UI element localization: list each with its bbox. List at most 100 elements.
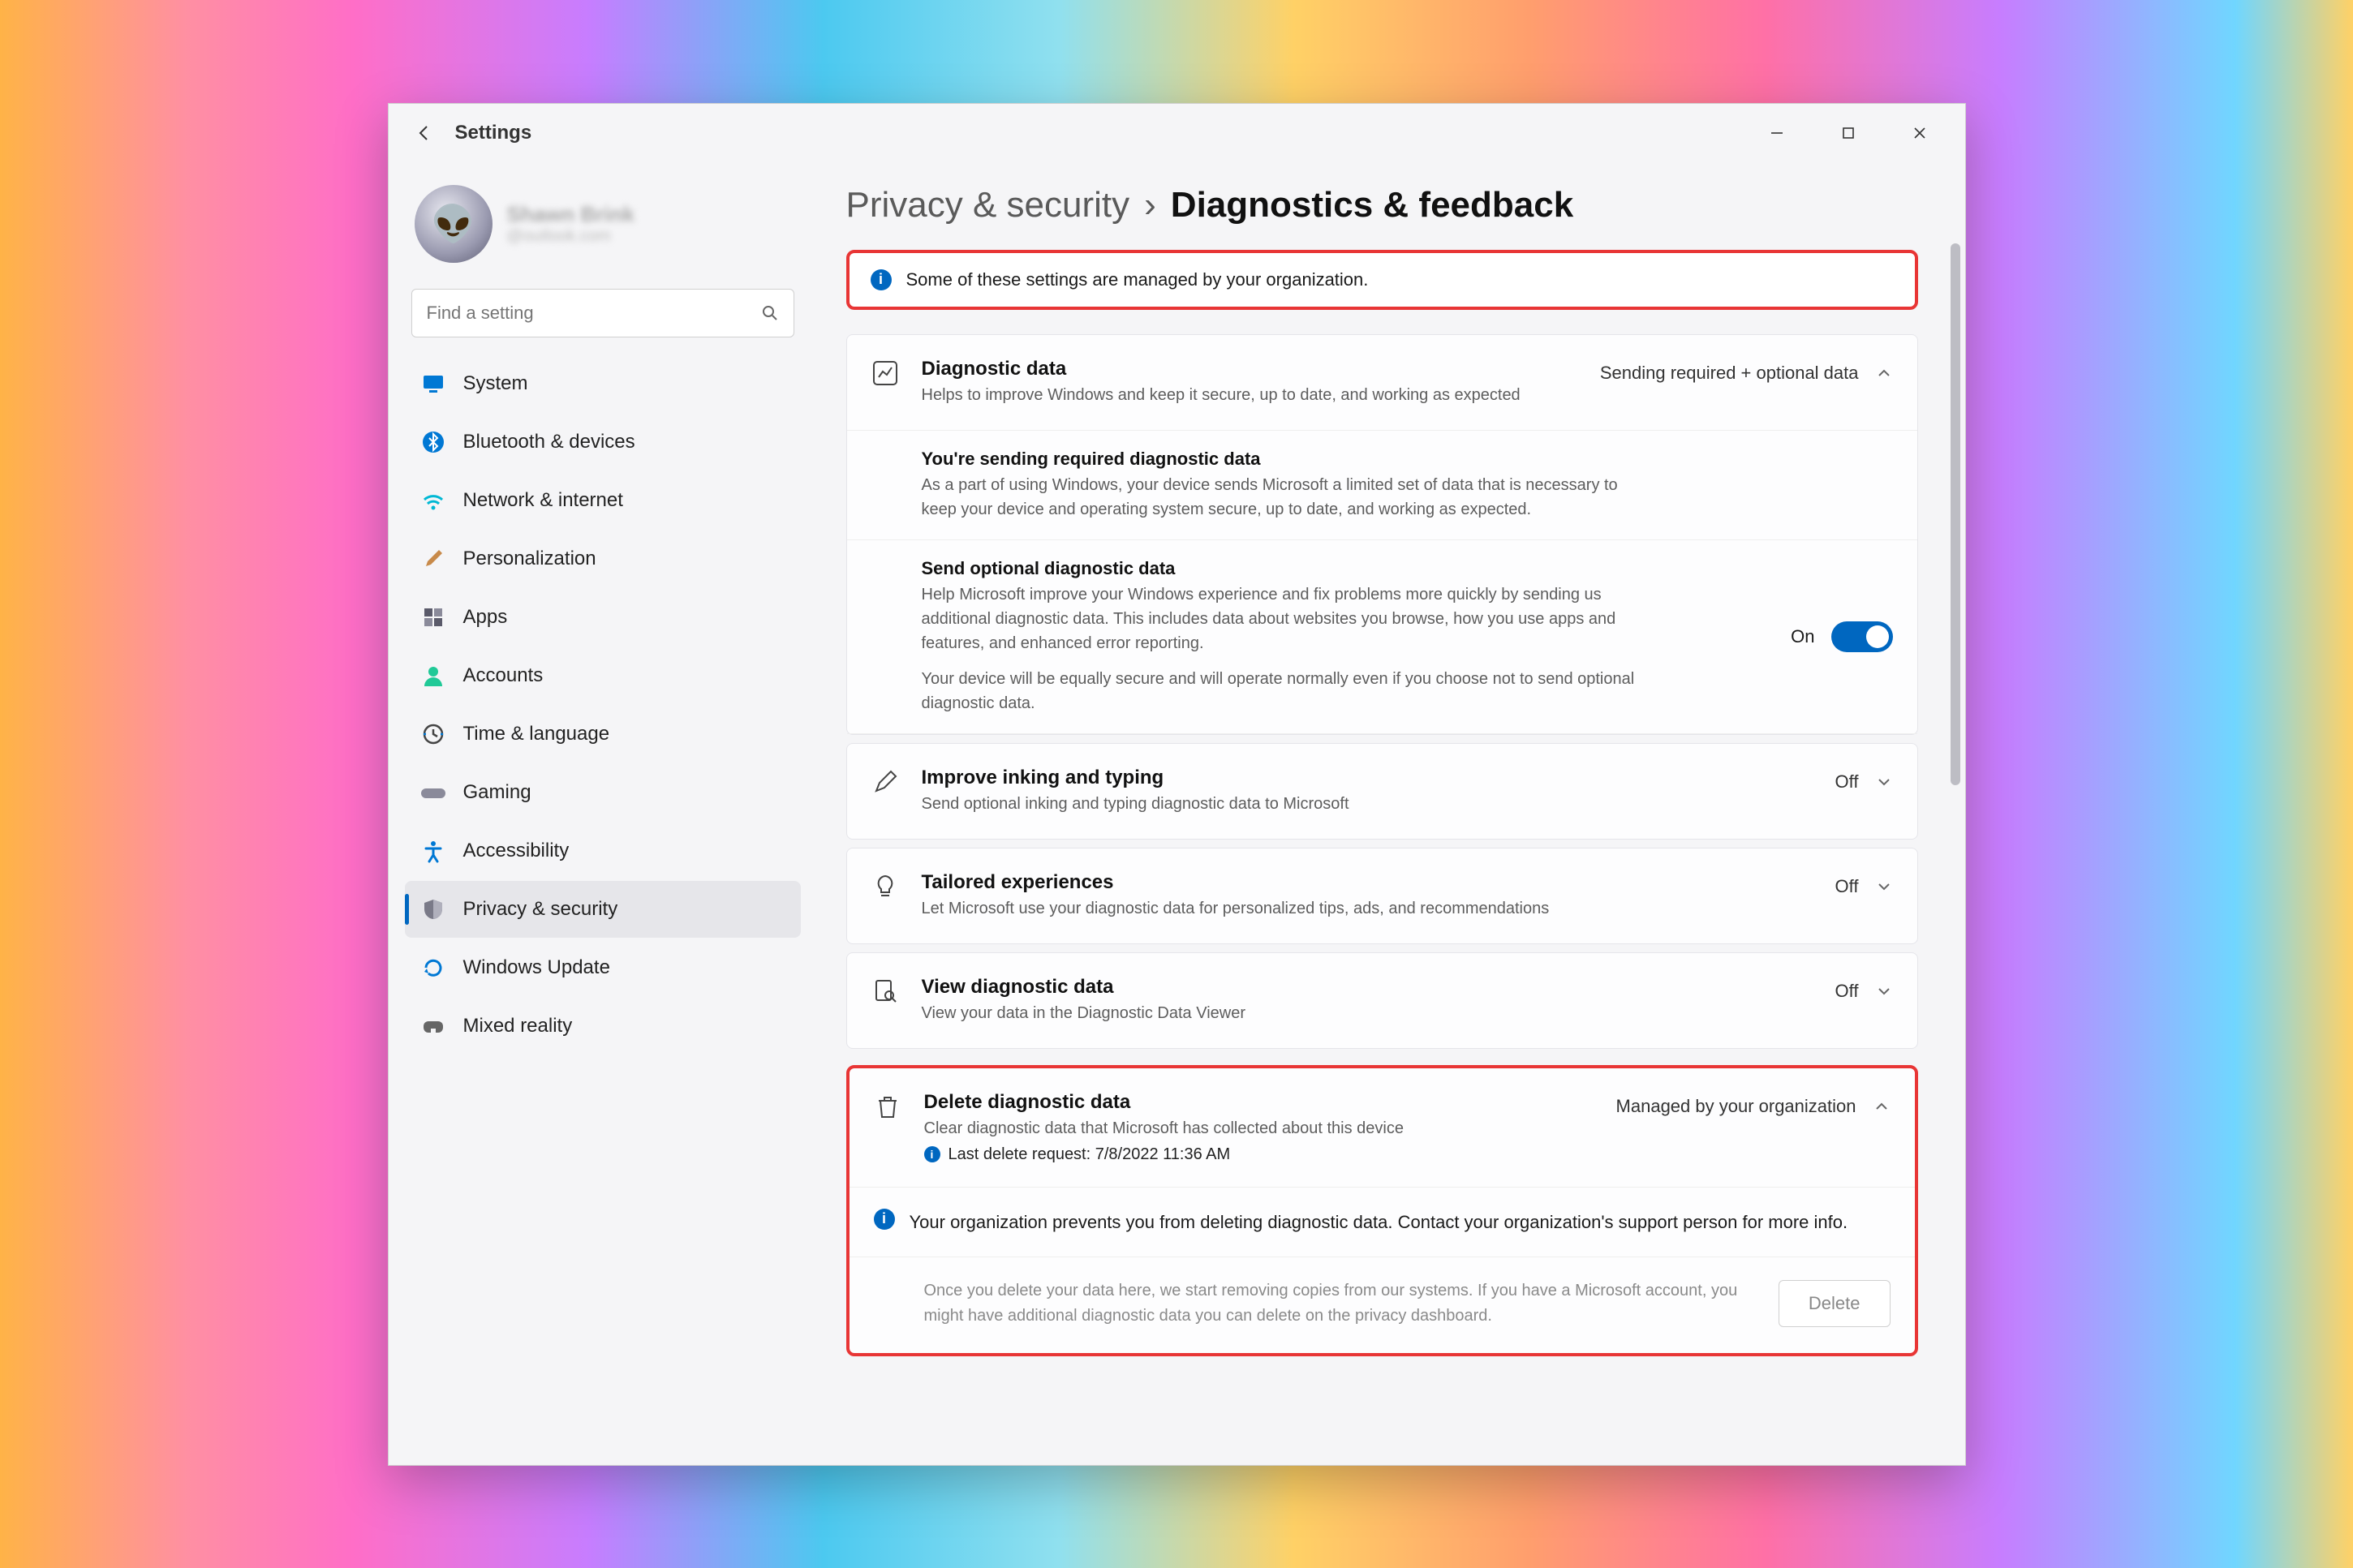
shield-icon: [419, 896, 447, 923]
main-panel: Privacy & security › Diagnostics & feedb…: [811, 162, 1965, 1465]
sidebar-item-label: Accessibility: [463, 840, 570, 862]
optional-data-toggle[interactable]: [1831, 621, 1893, 652]
sidebar-item-privacy[interactable]: Privacy & security: [405, 881, 801, 938]
person-icon: [419, 662, 447, 689]
vr-headset-icon: [419, 1012, 447, 1040]
row-title: Delete diagnostic data: [924, 1091, 1597, 1114]
sidebar-item-network[interactable]: Network & internet: [405, 472, 801, 529]
sidebar-item-label: System: [463, 372, 528, 395]
bluetooth-icon: [419, 428, 447, 456]
breadcrumb-parent[interactable]: Privacy & security: [846, 185, 1130, 226]
row-title: Tailored experiences: [922, 871, 1816, 894]
back-button[interactable]: [408, 117, 441, 149]
pen-icon: [871, 767, 902, 796]
titlebar: Settings: [389, 104, 1965, 162]
sidebar-item-gaming[interactable]: Gaming: [405, 764, 801, 821]
trash-icon: [874, 1091, 905, 1120]
paintbrush-icon: [419, 545, 447, 573]
gamepad-icon: [419, 779, 447, 806]
optional-data-section: Send optional diagnostic data Help Micro…: [847, 540, 1917, 734]
row-title: Improve inking and typing: [922, 767, 1816, 789]
optional-desc: Help Microsoft improve your Windows expe…: [922, 582, 1652, 655]
settings-window: Settings 👽 Shawn Brink @o: [388, 103, 1966, 1466]
delete-data-card: Delete diagnostic data Clear diagnostic …: [846, 1065, 1918, 1356]
scrollbar[interactable]: [1951, 243, 1960, 1449]
delete-info-text: Once you delete your data here, we start…: [924, 1278, 1754, 1329]
row-desc: Helps to improve Windows and keep it sec…: [922, 384, 1581, 407]
minimize-button[interactable]: [1741, 109, 1813, 157]
sidebar-item-label: Accounts: [463, 664, 544, 687]
toggle-label: On: [1791, 626, 1814, 647]
document-search-icon: [871, 976, 902, 1005]
app-title: Settings: [455, 122, 532, 144]
sidebar-item-time[interactable]: Time & language: [405, 706, 801, 763]
nav-list: System Bluetooth & devices Network & int…: [405, 355, 801, 1055]
sidebar-item-personalization[interactable]: Personalization: [405, 531, 801, 587]
chevron-down-icon: [1875, 982, 1893, 1000]
minimize-icon: [1769, 125, 1785, 141]
org-prevention-message: i Your organization prevents you from de…: [850, 1188, 1915, 1257]
sidebar-item-accessibility[interactable]: Accessibility: [405, 823, 801, 879]
breadcrumb: Privacy & security › Diagnostics & feedb…: [846, 185, 1918, 226]
delete-data-header[interactable]: Delete diagnostic data Clear diagnostic …: [850, 1068, 1915, 1188]
content-area: 👽 Shawn Brink @outlook.com System: [389, 162, 1965, 1465]
delete-button[interactable]: Delete: [1779, 1280, 1891, 1327]
search-icon: [760, 303, 780, 323]
update-icon: [419, 954, 447, 982]
sidebar-item-label: Network & internet: [463, 489, 623, 512]
sidebar-item-bluetooth[interactable]: Bluetooth & devices: [405, 414, 801, 470]
row-title: View diagnostic data: [922, 976, 1816, 999]
banner-text: Some of these settings are managed by yo…: [906, 269, 1369, 290]
desktop-background: Settings 👽 Shawn Brink @o: [0, 0, 2353, 1568]
info-icon: i: [924, 1146, 940, 1162]
sidebar-item-label: Bluetooth & devices: [463, 431, 635, 453]
clock-icon: [419, 720, 447, 748]
sidebar-item-accounts[interactable]: Accounts: [405, 647, 801, 704]
tailored-card: Tailored experiences Let Microsoft use y…: [846, 848, 1918, 944]
display-icon: [419, 370, 447, 397]
close-button[interactable]: [1884, 109, 1955, 157]
sidebar-item-label: Apps: [463, 606, 508, 629]
row-desc: Send optional inking and typing diagnost…: [922, 793, 1816, 816]
scroll-region[interactable]: Privacy & security › Diagnostics & feedb…: [846, 185, 1957, 1442]
row-title: Diagnostic data: [922, 358, 1581, 380]
chevron-up-icon: [1873, 1098, 1891, 1115]
profile-name: Shawn Brink: [507, 202, 634, 227]
required-desc: As a part of using Windows, your device …: [922, 473, 1652, 522]
window-controls: [1741, 109, 1955, 157]
sidebar-item-label: Personalization: [463, 548, 596, 570]
scrollbar-thumb[interactable]: [1951, 243, 1960, 786]
row-desc: Clear diagnostic data that Microsoft has…: [924, 1117, 1597, 1141]
optional-desc2: Your device will be equally secure and w…: [922, 667, 1652, 715]
info-icon: i: [871, 269, 892, 290]
row-desc: Let Microsoft use your diagnostic data f…: [922, 897, 1816, 921]
sidebar-item-apps[interactable]: Apps: [405, 589, 801, 646]
diagnostic-data-header[interactable]: Diagnostic data Helps to improve Windows…: [847, 335, 1917, 431]
maximize-button[interactable]: [1813, 109, 1884, 157]
lightbulb-icon: [871, 871, 902, 900]
sidebar-item-mixed-reality[interactable]: Mixed reality: [405, 998, 801, 1055]
org-managed-banner: i Some of these settings are managed by …: [846, 250, 1918, 310]
inking-row[interactable]: Improve inking and typing Send optional …: [847, 744, 1917, 839]
search-box: [411, 289, 794, 337]
maximize-icon: [1841, 126, 1856, 140]
row-status: Managed by your organization: [1616, 1096, 1856, 1117]
sidebar-item-update[interactable]: Windows Update: [405, 939, 801, 996]
row-state: Off: [1835, 771, 1859, 793]
optional-title: Send optional diagnostic data: [922, 558, 1767, 579]
sidebar: 👽 Shawn Brink @outlook.com System: [389, 162, 811, 1465]
chevron-up-icon: [1875, 364, 1893, 382]
last-delete-request: Last delete request: 7/8/2022 11:36 AM: [949, 1145, 1231, 1164]
view-data-row[interactable]: View diagnostic data View your data in t…: [847, 953, 1917, 1048]
row-status: Sending required + optional data: [1600, 363, 1859, 384]
required-data-section: You're sending required diagnostic data …: [847, 431, 1917, 540]
sidebar-item-label: Windows Update: [463, 956, 610, 979]
search-input[interactable]: [411, 289, 794, 337]
inking-card: Improve inking and typing Send optional …: [846, 743, 1918, 840]
avatar: 👽: [415, 185, 493, 263]
sidebar-item-system[interactable]: System: [405, 355, 801, 412]
tailored-row[interactable]: Tailored experiences Let Microsoft use y…: [847, 848, 1917, 943]
org-msg-text: Your organization prevents you from dele…: [910, 1209, 1848, 1235]
profile-block[interactable]: 👽 Shawn Brink @outlook.com: [405, 178, 801, 282]
sidebar-item-label: Mixed reality: [463, 1015, 573, 1037]
